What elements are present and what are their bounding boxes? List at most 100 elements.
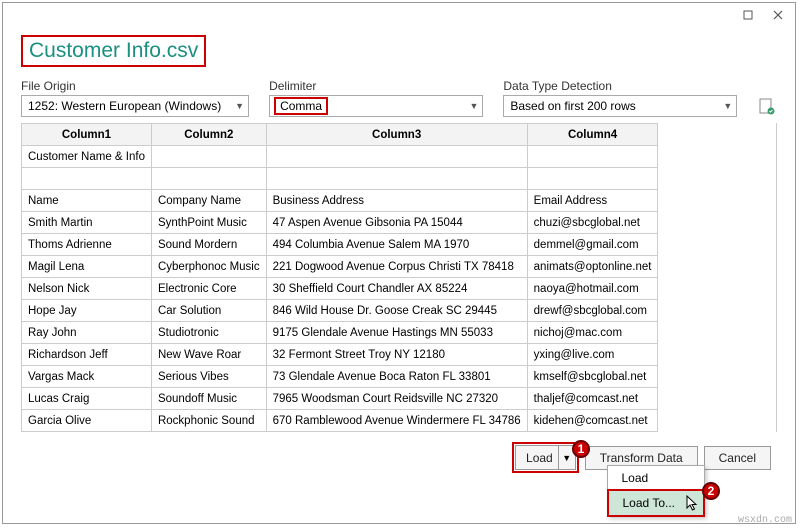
callout-2: 2 bbox=[702, 482, 720, 500]
table-row: Customer Name & Info bbox=[22, 146, 658, 168]
delimiter-value: Comma bbox=[274, 97, 328, 115]
table-cell: Business Address bbox=[266, 190, 527, 212]
callout-1: 1 bbox=[572, 440, 590, 458]
table-cell: Garcia Olive bbox=[22, 410, 152, 432]
file-origin-value: 1252: Western European (Windows) bbox=[26, 99, 223, 113]
chevron-down-icon: ▼ bbox=[235, 101, 244, 111]
table-cell: Rockphonic Sound bbox=[151, 410, 266, 432]
table-row: Ray JohnStudiotronic9175 Glendale Avenue… bbox=[22, 322, 658, 344]
preview-table: Column1 Column2 Column3 Column4 Customer… bbox=[21, 123, 658, 432]
table-cell: 670 Ramblewood Avenue Windermere FL 3478… bbox=[266, 410, 527, 432]
table-cell: Lucas Craig bbox=[22, 388, 152, 410]
table-cell: chuzi@sbcglobal.net bbox=[527, 212, 658, 234]
load-button-group: Load ▼ bbox=[512, 442, 579, 473]
maximize-button[interactable] bbox=[733, 5, 763, 25]
table-cell: kidehen@comcast.net bbox=[527, 410, 658, 432]
table-cell bbox=[266, 168, 527, 190]
table-cell: 47 Aspen Avenue Gibsonia PA 15044 bbox=[266, 212, 527, 234]
column-header[interactable]: Column2 bbox=[151, 124, 266, 146]
close-button[interactable] bbox=[763, 5, 793, 25]
settings-icon[interactable] bbox=[757, 95, 777, 117]
column-header[interactable]: Column3 bbox=[266, 124, 527, 146]
table-row: Nelson NickElectronic Core30 Sheffield C… bbox=[22, 278, 658, 300]
titlebar bbox=[3, 3, 795, 27]
table-cell bbox=[527, 146, 658, 168]
table-cell: Nelson Nick bbox=[22, 278, 152, 300]
menu-item-load-to[interactable]: Load To... bbox=[607, 489, 706, 517]
table-cell: naoya@hotmail.com bbox=[527, 278, 658, 300]
delimiter-label: Delimiter bbox=[269, 79, 483, 93]
table-cell: yxing@live.com bbox=[527, 344, 658, 366]
table-cell: Name bbox=[22, 190, 152, 212]
dialog-window: Customer Info.csv File Origin 1252: West… bbox=[2, 2, 796, 524]
file-origin-label: File Origin bbox=[21, 79, 249, 93]
table-cell: 73 Glendale Avenue Boca Raton FL 33801 bbox=[266, 366, 527, 388]
table-row: Lucas CraigSoundoff Music7965 Woodsman C… bbox=[22, 388, 658, 410]
table-cell: New Wave Roar bbox=[151, 344, 266, 366]
table-cell: Company Name bbox=[151, 190, 266, 212]
column-header[interactable]: Column4 bbox=[527, 124, 658, 146]
table-row: Richardson JeffNew Wave Roar32 Fermont S… bbox=[22, 344, 658, 366]
table-cell: Serious Vibes bbox=[151, 366, 266, 388]
table-cell: Magil Lena bbox=[22, 256, 152, 278]
table-cell bbox=[151, 168, 266, 190]
watermark: wsxdn.com bbox=[738, 515, 792, 526]
table-cell: Ray John bbox=[22, 322, 152, 344]
table-row: NameCompany NameBusiness AddressEmail Ad… bbox=[22, 190, 658, 212]
table-row: Smith MartinSynthPoint Music47 Aspen Ave… bbox=[22, 212, 658, 234]
chevron-down-icon: ▼ bbox=[469, 101, 478, 111]
table-cell: Studiotronic bbox=[151, 322, 266, 344]
table-cell: 9175 Glendale Avenue Hastings MN 55033 bbox=[266, 322, 527, 344]
preview-table-wrap: Column1 Column2 Column3 Column4 Customer… bbox=[21, 123, 777, 432]
table-cell: drewf@sbcglobal.com bbox=[527, 300, 658, 322]
load-dropdown-menu: Load Load To... bbox=[607, 465, 706, 517]
table-cell: Cyberphonoc Music bbox=[151, 256, 266, 278]
detection-select[interactable]: Based on first 200 rows ▼ bbox=[503, 95, 737, 117]
table-row: Magil LenaCyberphonoc Music221 Dogwood A… bbox=[22, 256, 658, 278]
table-cell: 846 Wild House Dr. Goose Creak SC 29445 bbox=[266, 300, 527, 322]
table-cell: Sound Mordern bbox=[151, 234, 266, 256]
table-row: Thoms AdrienneSound Mordern494 Columbia … bbox=[22, 234, 658, 256]
cancel-button[interactable]: Cancel bbox=[704, 446, 771, 470]
table-cell: SynthPoint Music bbox=[151, 212, 266, 234]
delimiter-select[interactable]: Comma ▼ bbox=[269, 95, 483, 117]
table-cell bbox=[266, 146, 527, 168]
table-cell: Customer Name & Info bbox=[22, 146, 152, 168]
table-row: Garcia OliveRockphonic Sound670 Ramblewo… bbox=[22, 410, 658, 432]
chevron-down-icon: ▼ bbox=[562, 453, 571, 463]
detection-value: Based on first 200 rows bbox=[508, 99, 637, 113]
file-origin-select[interactable]: 1252: Western European (Windows) ▼ bbox=[21, 95, 249, 117]
table-cell: Smith Martin bbox=[22, 212, 152, 234]
table-cell: nichoj@mac.com bbox=[527, 322, 658, 344]
table-cell: Electronic Core bbox=[151, 278, 266, 300]
table-cell: Hope Jay bbox=[22, 300, 152, 322]
table-cell bbox=[22, 168, 152, 190]
table-cell: thaljef@comcast.net bbox=[527, 388, 658, 410]
table-cell bbox=[151, 146, 266, 168]
table-cell: 221 Dogwood Avenue Corpus Christi TX 784… bbox=[266, 256, 527, 278]
column-header[interactable]: Column1 bbox=[22, 124, 152, 146]
table-cell: Richardson Jeff bbox=[22, 344, 152, 366]
table-cell: Thoms Adrienne bbox=[22, 234, 152, 256]
detection-label: Data Type Detection bbox=[503, 79, 737, 93]
table-cell: Email Address bbox=[527, 190, 658, 212]
table-row: Hope JayCar Solution846 Wild House Dr. G… bbox=[22, 300, 658, 322]
table-cell: Soundoff Music bbox=[151, 388, 266, 410]
table-header-row: Column1 Column2 Column3 Column4 bbox=[22, 124, 658, 146]
table-cell: animats@optonline.net bbox=[527, 256, 658, 278]
table-cell: 32 Fermont Street Troy NY 12180 bbox=[266, 344, 527, 366]
table-cell: kmself@sbcglobal.net bbox=[527, 366, 658, 388]
chevron-down-icon: ▼ bbox=[723, 101, 732, 111]
load-button[interactable]: Load bbox=[515, 445, 564, 470]
file-title: Customer Info.csv bbox=[21, 35, 206, 67]
table-cell bbox=[527, 168, 658, 190]
table-row: Vargas MackSerious Vibes73 Glendale Aven… bbox=[22, 366, 658, 388]
menu-item-load[interactable]: Load bbox=[608, 466, 705, 490]
table-row bbox=[22, 168, 658, 190]
table-cell: Car Solution bbox=[151, 300, 266, 322]
table-cell: 30 Sheffield Court Chandler AX 85224 bbox=[266, 278, 527, 300]
table-cell: Vargas Mack bbox=[22, 366, 152, 388]
table-cell: demmel@gmail.com bbox=[527, 234, 658, 256]
table-cell: 494 Columbia Avenue Salem MA 1970 bbox=[266, 234, 527, 256]
table-cell: 7965 Woodsman Court Reidsville NC 27320 bbox=[266, 388, 527, 410]
